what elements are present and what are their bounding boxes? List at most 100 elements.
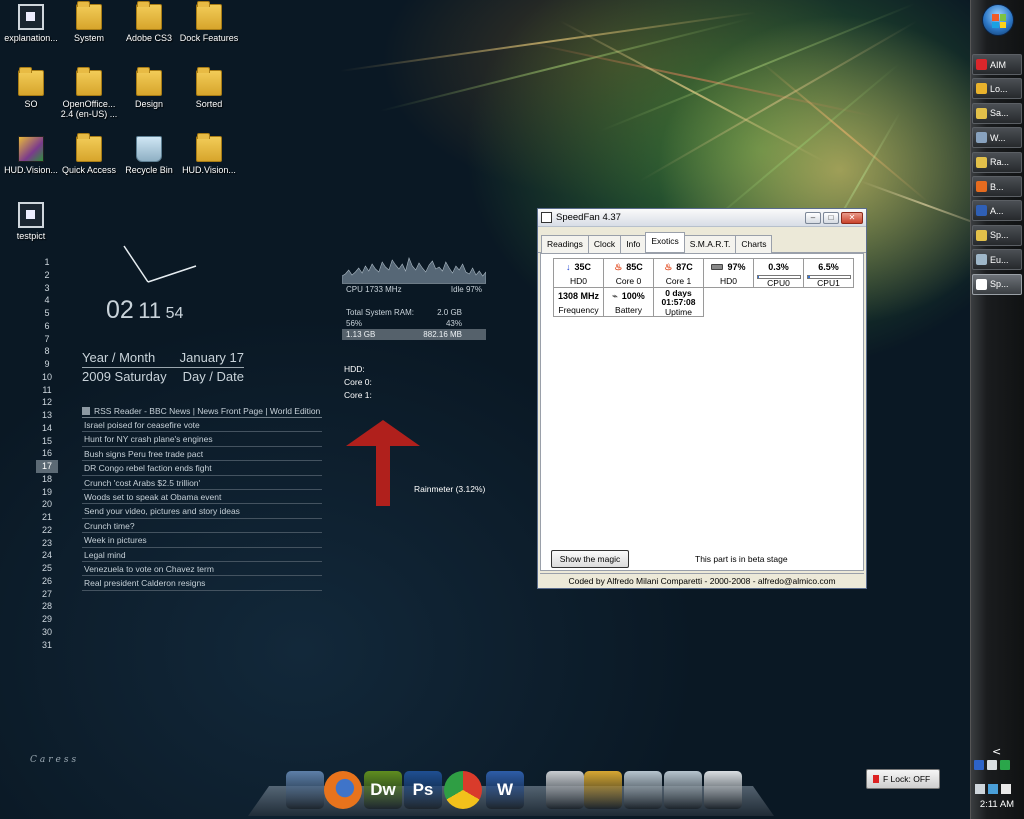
- tab-info[interactable]: Info: [620, 235, 647, 253]
- desktop-icon[interactable]: SO: [0, 67, 62, 109]
- tab-exotics[interactable]: Exotics: [645, 232, 685, 252]
- desktop-icon[interactable]: HUD.Vision...: [0, 136, 62, 175]
- rss-item[interactable]: Bush signs Peru free trade pact: [82, 447, 322, 462]
- taskbar-button[interactable]: Ra...: [972, 151, 1022, 173]
- taskbar-button[interactable]: A...: [972, 200, 1022, 222]
- network-icon[interactable]: [988, 784, 998, 794]
- taskbar-button[interactable]: Lo...: [972, 78, 1022, 100]
- close-button[interactable]: ✕: [841, 211, 863, 224]
- rss-item[interactable]: Crunch time?: [82, 519, 322, 534]
- minimize-button[interactable]: –: [805, 211, 821, 224]
- bluetooth-icon[interactable]: [974, 760, 984, 770]
- cpu0-usage-cell: 0.3% CPU0: [753, 258, 804, 288]
- photoshop-icon[interactable]: Ps: [404, 771, 442, 809]
- calendar-day: 27: [41, 588, 52, 599]
- ram-row: Total System RAM: 2.0 GB: [342, 307, 486, 318]
- temperature-readout: HDD: Core 0: Core 1:: [344, 363, 372, 402]
- calendar-day: 31: [41, 639, 52, 650]
- frequency-value: 1308 MHz: [557, 291, 600, 301]
- firefox-icon[interactable]: [324, 771, 362, 809]
- desktop-icon[interactable]: Design: [118, 67, 180, 109]
- documents-icon[interactable]: [704, 771, 742, 809]
- volume-icon[interactable]: [1001, 784, 1011, 794]
- calendar-day: 8: [44, 346, 50, 357]
- tab-readings[interactable]: Readings: [541, 235, 589, 253]
- tab-charts[interactable]: Charts: [735, 235, 773, 253]
- cpu0-usage-bar: [756, 275, 801, 279]
- taskbar-app-icon: [976, 107, 987, 119]
- tab-s-m-a-r-t[interactable]: S.M.A.R.T.: [683, 235, 737, 253]
- rss-item[interactable]: Woods set to speak at Obama event: [82, 490, 322, 505]
- hdd-label: HDD:: [344, 364, 365, 374]
- desktop-icon[interactable]: HUD.Vision...: [178, 133, 240, 175]
- desktop-icon-label: HUD.Vision...: [4, 165, 58, 175]
- beta-notice: This part is in beta stage: [695, 554, 788, 564]
- clock-minutes: 11: [138, 298, 162, 323]
- calendar-day: 12: [41, 397, 52, 408]
- chrome-icon[interactable]: [444, 771, 482, 809]
- cpu-speed: CPU 1733 MHz: [346, 285, 402, 294]
- status-icon[interactable]: [1000, 760, 1010, 770]
- taskbar-button[interactable]: AIM: [972, 54, 1022, 75]
- caress-logo: Caress: [30, 755, 80, 765]
- downloads-folder-icon[interactable]: [624, 771, 662, 809]
- presentation-icon[interactable]: [546, 771, 584, 809]
- taskbar-button[interactable]: Sa...: [972, 102, 1022, 124]
- taskbar-button-label: Sp...: [990, 230, 1009, 241]
- desktop-icon[interactable]: testpict: [0, 202, 62, 241]
- tab-clock[interactable]: Clock: [587, 235, 622, 253]
- rss-item[interactable]: DR Congo rebel faction ends fight: [82, 461, 322, 476]
- taskbar-button-label: Sa...: [990, 108, 1009, 119]
- power-icon[interactable]: [975, 784, 985, 794]
- folder-icon: [196, 67, 222, 96]
- uptime-cell: 0 days 01:57:08 Uptime: [653, 287, 704, 317]
- maximize-button[interactable]: □: [823, 211, 839, 224]
- rss-item[interactable]: Legal mind: [82, 548, 322, 562]
- battery-plug-icon: ⌁: [612, 291, 618, 301]
- desktop-icon[interactable]: OpenOffice... 2.4 (en-US) ...: [58, 67, 120, 119]
- taskbar-button[interactable]: B...: [972, 176, 1022, 197]
- folder-icon: [76, 67, 102, 96]
- tray-chevron-icon[interactable]: <: [992, 745, 1001, 758]
- rss-item[interactable]: Venezuela to vote on Chavez term: [82, 562, 322, 577]
- desktop-icon-label: Recycle Bin: [125, 165, 173, 175]
- taskbar-button[interactable]: W...: [972, 127, 1022, 149]
- window-titlebar[interactable]: SpeedFan 4.37 – □ ✕: [538, 209, 866, 227]
- desktop-icon[interactable]: Adobe CS3: [118, 1, 180, 43]
- desktop-icon[interactable]: Quick Access: [58, 133, 120, 175]
- taskbar-app-icon: [976, 132, 987, 144]
- rss-item[interactable]: Hunt for NY crash plane's engines: [82, 432, 322, 447]
- speaker-icon[interactable]: [987, 760, 997, 770]
- rss-item[interactable]: Crunch 'cost Arabs $2.5 trillion': [82, 476, 322, 490]
- window-title: SpeedFan 4.37: [556, 212, 621, 223]
- tools-icon[interactable]: [584, 771, 622, 809]
- desktop-icon[interactable]: System: [58, 1, 120, 43]
- taskbar-button[interactable]: Sp...: [972, 224, 1022, 246]
- dreamweaver-icon[interactable]: Dw: [364, 771, 402, 809]
- calendar-day: 20: [41, 499, 52, 510]
- rss-item[interactable]: Send your video, pictures and story idea…: [82, 504, 322, 519]
- cpu0-usage-label: CPU0: [767, 278, 790, 288]
- desktop-icon-label: explanation...: [4, 33, 58, 43]
- start-button[interactable]: [982, 4, 1014, 36]
- word-icon[interactable]: W: [486, 771, 524, 809]
- f-lock-label: F Lock: OFF: [883, 774, 931, 784]
- desktop-icon[interactable]: Dock Features: [178, 1, 240, 43]
- taskbar-button[interactable]: Sp...: [972, 273, 1022, 295]
- speedfan-window[interactable]: SpeedFan 4.37 – □ ✕ Readings Clock Info Exo…: [537, 208, 867, 589]
- desktop-icon[interactable]: Recycle Bin: [118, 136, 180, 175]
- folder-icon: [136, 1, 162, 30]
- desktop-icon[interactable]: explanation...: [0, 4, 62, 43]
- rss-item[interactable]: Israel poised for ceasefire vote: [82, 418, 322, 433]
- folder-icon[interactable]: [664, 771, 702, 809]
- show-the-magic-button[interactable]: Show the magic: [551, 550, 629, 568]
- calendar-day: 4: [44, 295, 50, 306]
- desktop-icon[interactable]: Sorted: [178, 67, 240, 109]
- taskbar-button[interactable]: Eu...: [972, 249, 1022, 271]
- cpu1-usage-value: 6.5%: [818, 262, 839, 272]
- folder-icon: [76, 1, 102, 30]
- preview-icon[interactable]: [286, 771, 324, 809]
- rss-item[interactable]: Real president Calderon resigns: [82, 576, 322, 591]
- rss-item[interactable]: Week in pictures: [82, 533, 322, 548]
- taskbar-clock[interactable]: 2:11 AM: [972, 799, 1022, 810]
